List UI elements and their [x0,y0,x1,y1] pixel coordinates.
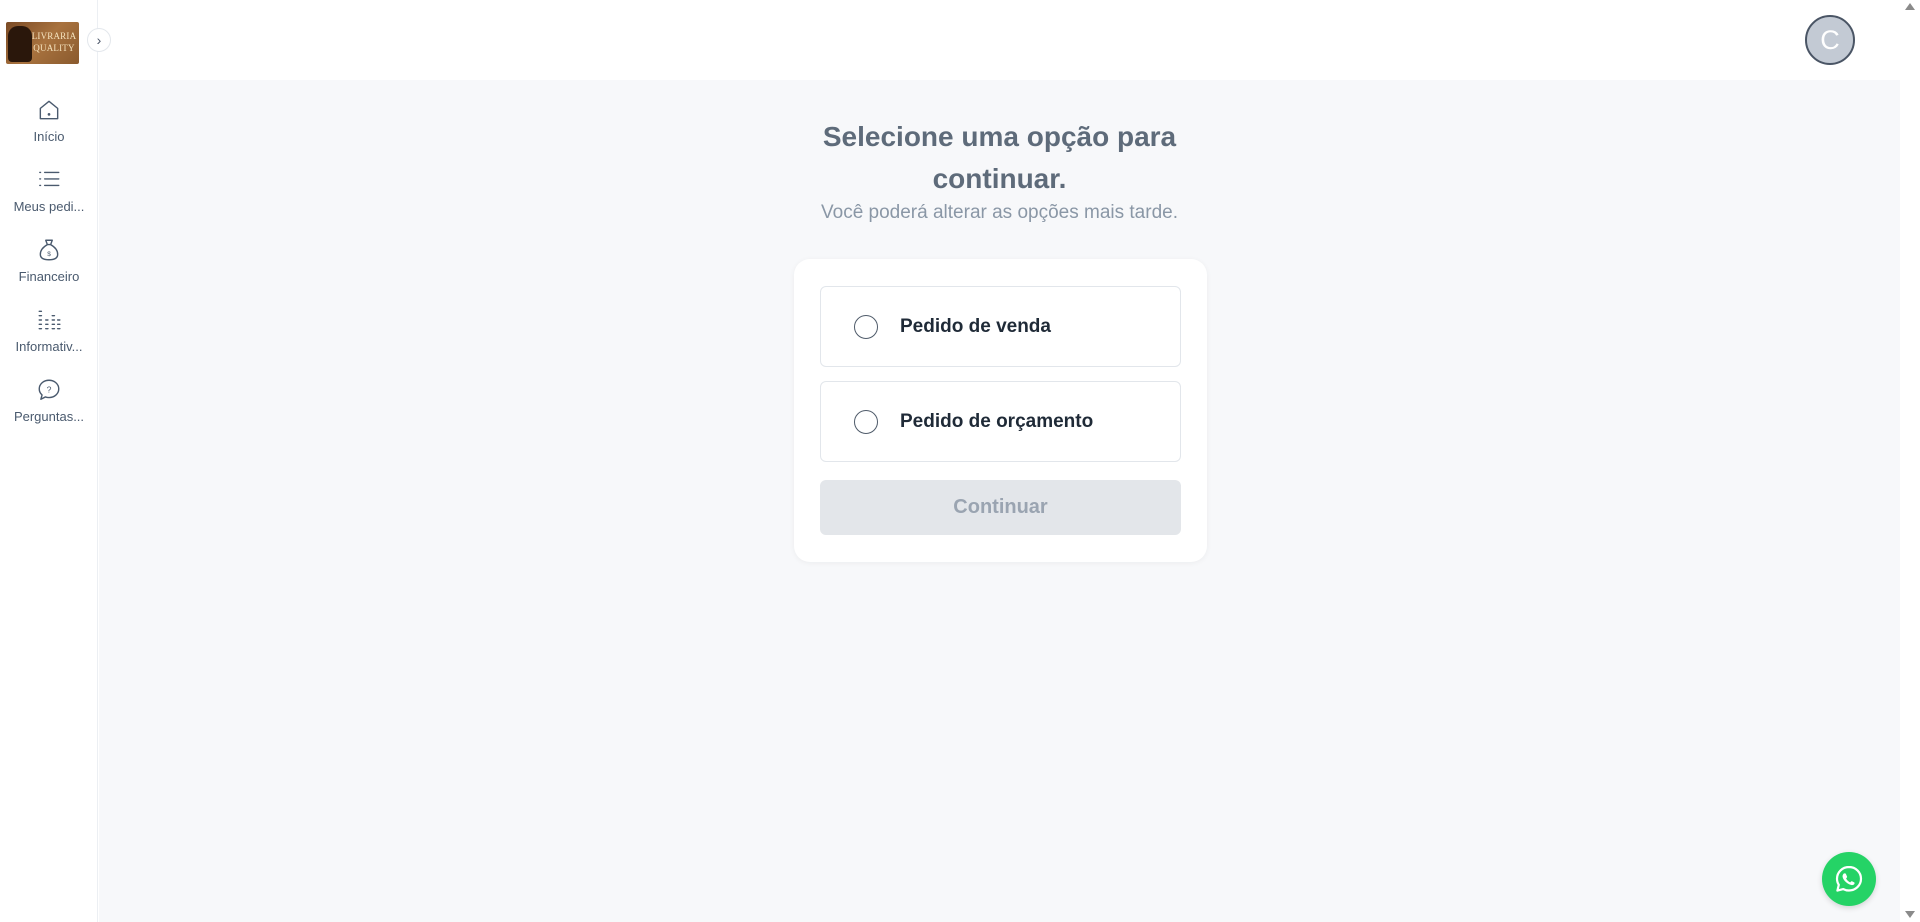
svg-text:?: ? [47,385,52,395]
whatsapp-button[interactable] [1822,852,1876,906]
sidebar-item-informativos[interactable]: Informativ... [0,302,98,372]
avatar-initial: C [1820,24,1840,55]
whatsapp-icon [1835,865,1863,892]
avatar[interactable]: C [1805,15,1855,65]
sidebar-item-label: Financeiro [18,269,80,284]
money-bag-icon: $ [39,239,59,261]
logo-text-line2: QUALITY [33,43,75,53]
page-title-line2: continuar. [932,163,1067,194]
svg-text:$: $ [47,251,51,258]
option-label: Pedido de orçamento [900,410,1094,432]
sidebar-item-label: Início [33,129,65,144]
main-content: Selecione uma opção para continuar. Você… [99,80,1900,922]
sidebar-item-financeiro[interactable]: $ Financeiro [0,232,98,302]
list-icon [39,171,60,187]
radio-button[interactable] [854,314,878,339]
option-label: Pedido de venda [900,315,1051,337]
app: LIVRARIA QUALITY Início Meus pedi... $ F… [0,0,1920,922]
page-scrollbar[interactable] [1900,0,1920,922]
question-icon: ? [38,379,60,400]
scroll-down-arrow[interactable] [1905,911,1915,918]
sidebar-item-meus-pedidos[interactable]: Meus pedi... [0,162,98,232]
home-icon [39,100,59,120]
sidebar-item-inicio[interactable]: Início [0,92,98,162]
top-header: C [99,0,1900,80]
page-title-line1: Selecione uma opção para [822,121,1177,152]
chevron-right-icon: › [96,32,102,48]
logo-text: LIVRARIA QUALITY [31,30,77,54]
radio-button[interactable] [854,409,878,434]
sidebar: LIVRARIA QUALITY Início Meus pedi... $ F… [0,0,98,922]
bars-icon [38,310,61,330]
sidebar-item-label: Meus pedi... [13,199,85,214]
option-card: Pedido de venda Pedido de orçamento Cont… [794,259,1207,562]
scroll-up-arrow[interactable] [1905,3,1915,10]
page-subtitle: Você poderá alterar as opções mais tarde… [821,202,1178,223]
sidebar-item-perguntas[interactable]: ? Perguntas... [0,372,98,442]
continue-button[interactable]: Continuar [820,480,1181,535]
option-pedido-de-venda[interactable]: Pedido de venda [820,286,1181,367]
option-pedido-de-orcamento[interactable]: Pedido de orçamento [820,381,1181,462]
logo[interactable]: LIVRARIA QUALITY [6,22,79,64]
logo-text-line1: LIVRARIA [31,31,77,41]
sidebar-item-label: Informativ... [15,339,83,354]
sidebar-collapse-button[interactable]: › [87,28,111,52]
page-title: Selecione uma opção para continuar. [99,116,1900,200]
sidebar-item-label: Perguntas... [13,409,85,424]
logo-silhouette [8,26,32,62]
sidebar-nav: Início Meus pedi... $ Financeiro Informa… [0,92,98,442]
